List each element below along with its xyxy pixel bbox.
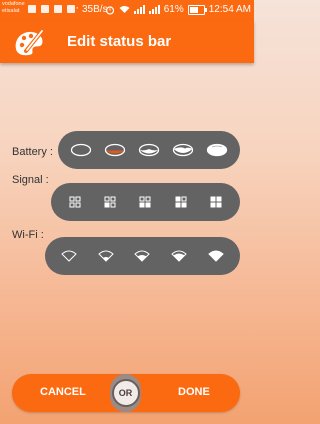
battery-oval-high-icon [172,143,194,157]
signal-style-picker [51,183,240,221]
battery-style-option[interactable] [101,136,129,164]
battery-style-option[interactable] [67,136,95,164]
wifi-style-picker [45,237,240,275]
or-label: OR [111,379,140,407]
signal-icon [133,5,145,14]
carrier-line-1: vodafone [2,1,25,7]
carrier-label: vodafone etisalat [2,1,25,15]
battery-style-option[interactable] [203,136,231,164]
signal-style-option[interactable] [96,188,124,216]
wifi-high-icon [171,250,187,262]
battery-percent: 61% [163,4,184,15]
status-bar: vodafone etisalat ··· 35B/s 61% 12:54 AM [0,0,254,20]
battery-oval-half-icon [138,143,160,157]
notification-app-icon [54,5,62,13]
notification-app-icon [41,5,49,13]
battery-oval-low-icon [104,143,126,157]
battery-row-label: Battery : [12,146,53,158]
signal-row-label: Signal : [12,174,49,186]
app-bar: Edit status bar [0,20,254,63]
carrier-line-2: etisalat [2,8,20,14]
wifi-style-option[interactable] [55,242,83,270]
wifi-medium-icon [134,250,151,262]
signal-icon [148,5,160,14]
signal-grid-outline-icon [69,196,81,208]
wifi-style-option[interactable] [92,242,120,270]
clock: 12:54 AM [208,4,251,15]
signal-style-option[interactable] [131,188,159,216]
signal-style-option[interactable] [61,188,89,216]
battery-oval-icon [70,143,92,157]
notification-app-icon [28,5,36,13]
alarm-icon [105,5,114,15]
wifi-empty-icon [61,250,78,262]
battery-style-option[interactable] [135,136,163,164]
palette-brush-icon [15,28,45,56]
wifi-style-option[interactable] [128,242,156,270]
signal-grid-half-icon [139,196,151,208]
or-separator: OR [110,374,141,412]
wifi-full-icon [207,250,224,262]
signal-grid-full-icon [210,196,222,208]
page-title: Edit status bar [67,33,172,50]
done-button[interactable]: DONE [178,386,210,398]
wifi-style-option[interactable] [165,242,193,270]
battery-icon [187,4,207,15]
battery-style-option[interactable] [169,136,197,164]
signal-style-option[interactable] [167,188,195,216]
wifi-low-icon [98,250,114,262]
wifi-row-label: Wi-Fi : [12,229,44,241]
cancel-button[interactable]: CANCEL [40,386,86,398]
signal-grid-three-quarter-icon [175,196,187,208]
more-notifications-icon: ··· [66,2,80,14]
status-right: 61% 12:54 AM [105,4,251,15]
battery-style-picker [58,131,240,169]
signal-style-option[interactable] [202,188,230,216]
battery-oval-full-icon [206,143,228,157]
wifi-status-icon [119,6,130,13]
signal-grid-quarter-icon [104,196,116,208]
wifi-style-option[interactable] [202,242,230,270]
